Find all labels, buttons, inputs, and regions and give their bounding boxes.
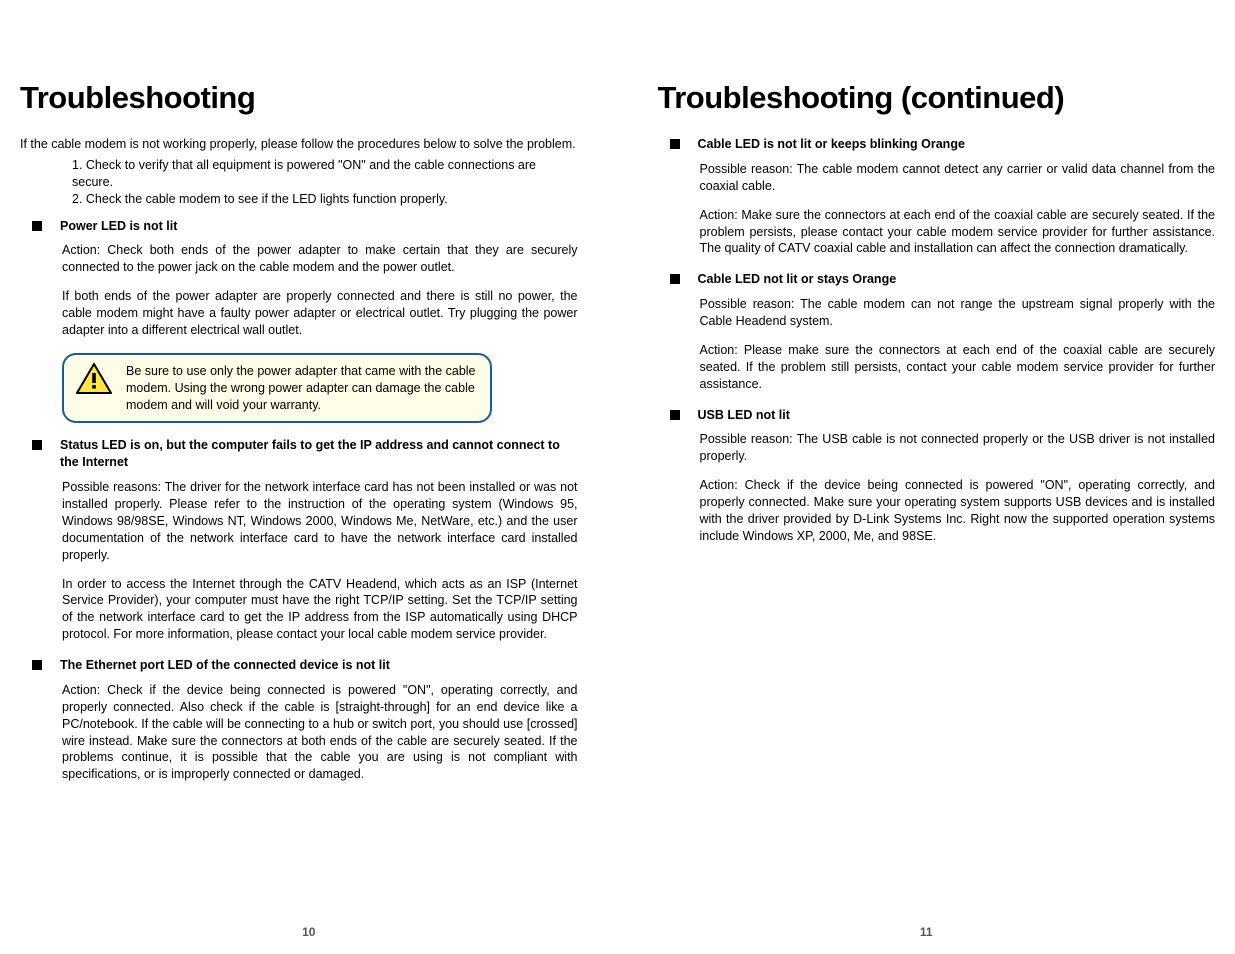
page-left: Troubleshooting If the cable modem is no… (0, 20, 618, 944)
page-right: Troubleshooting (continued) Cable LED is… (618, 20, 1235, 944)
section-title: Cable LED not lit or stays Orange (698, 271, 897, 288)
section-cable-led-orange: Cable LED not lit or stays Orange Possib… (658, 271, 1216, 392)
section-power-led: Power LED is not lit Action: Check both … (20, 218, 578, 339)
warning-text: Be sure to use only the power adapter th… (126, 363, 478, 414)
paragraph: If both ends of the power adapter are pr… (62, 288, 578, 339)
warning-callout: Be sure to use only the power adapter th… (62, 353, 492, 424)
paragraph: In order to access the Internet through … (62, 576, 578, 644)
paragraph: Action: Please make sure the connectors … (700, 342, 1216, 393)
bullet-icon (32, 660, 42, 670)
paragraph: Action: Check if the device being connec… (700, 477, 1216, 545)
intro-text: If the cable modem is not working proper… (20, 136, 578, 153)
section-status-led: Status LED is on, but the computer fails… (20, 437, 578, 643)
heading-left: Troubleshooting (20, 80, 578, 116)
paragraph: Possible reason: The USB cable is not co… (700, 431, 1216, 465)
paragraph: Action: Make sure the connectors at each… (700, 207, 1216, 258)
section-title: Cable LED is not lit or keeps blinking O… (698, 136, 965, 153)
section-title: Status LED is on, but the computer fails… (60, 437, 578, 471)
paragraph: Possible reasons: The driver for the net… (62, 479, 578, 563)
step-2: 2. Check the cable modem to see if the L… (72, 191, 578, 208)
bullet-icon (670, 139, 680, 149)
page-number-right: 11 (618, 925, 1235, 939)
bullet-icon (32, 440, 42, 450)
bullet-icon (670, 274, 680, 284)
paragraph: Possible reason: The cable modem cannot … (700, 161, 1216, 195)
section-title: The Ethernet port LED of the connected d… (60, 657, 390, 674)
warning-icon (76, 363, 112, 395)
paragraph: Action: Check if the device being connec… (62, 682, 578, 783)
heading-right: Troubleshooting (continued) (658, 80, 1216, 116)
step-list: 1. Check to verify that all equipment is… (72, 157, 578, 208)
paragraph: Action: Check both ends of the power ada… (62, 242, 578, 276)
paragraph: Possible reason: The cable modem can not… (700, 296, 1216, 330)
page-number-left: 10 (0, 925, 618, 939)
section-title: USB LED not lit (698, 407, 790, 424)
bullet-icon (670, 410, 680, 420)
section-cable-led-blink: Cable LED is not lit or keeps blinking O… (658, 136, 1216, 257)
step-1: 1. Check to verify that all equipment is… (72, 157, 578, 191)
section-ethernet-led: The Ethernet port LED of the connected d… (20, 657, 578, 783)
bullet-icon (32, 221, 42, 231)
document-spread: Troubleshooting If the cable modem is no… (0, 0, 1235, 954)
section-usb-led: USB LED not lit Possible reason: The USB… (658, 407, 1216, 545)
section-title: Power LED is not lit (60, 218, 177, 235)
